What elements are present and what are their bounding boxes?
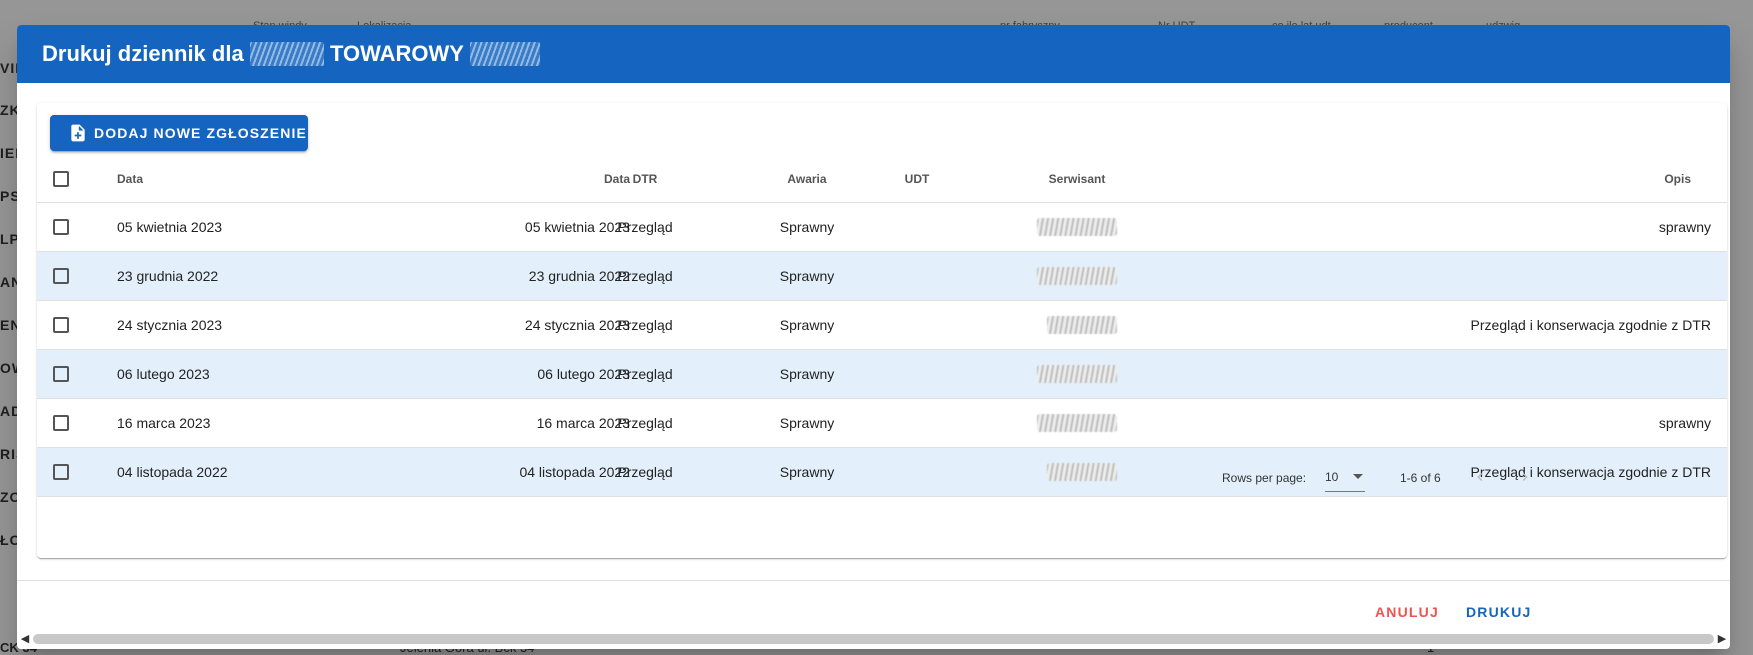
cell-awaria: Sprawny	[779, 268, 835, 284]
rows-per-page-value: 10	[1325, 470, 1339, 484]
entries-card: DODAJ NOWE ZGŁOSZENIE Data Data DTR Awar…	[37, 103, 1727, 558]
cell-udt	[877, 252, 957, 300]
add-new-entry-label: DODAJ NOWE ZGŁOSZENIE	[94, 125, 307, 141]
table-row[interactable]: 24 stycznia 2023 24 stycznia 2023 Przegl…	[37, 301, 1727, 350]
entries-table: Data Data DTR Awaria UDT Serwisant Opis …	[37, 155, 1727, 497]
cell-dtr: Przegląd	[617, 219, 673, 235]
chevron-right-icon	[1522, 473, 1528, 481]
cell-awaria: Sprawny	[779, 219, 835, 235]
note-add-icon	[71, 124, 85, 142]
cell-opis: Przegląd i konserwacja zgodnie z DTR	[1470, 317, 1711, 333]
dialog-content: DODAJ NOWE ZGŁOSZENIE Data Data DTR Awar…	[17, 83, 1730, 581]
cell-dtr: Przegląd	[617, 268, 673, 284]
cell-awaria: Sprawny	[779, 366, 835, 382]
horizontal-scrollbar[interactable]: ◀ ▶	[17, 629, 1730, 649]
cell-awaria: Sprawny	[779, 317, 835, 333]
redacted-serwisant	[1037, 267, 1117, 285]
header-udt[interactable]: UDT	[877, 155, 957, 202]
cell-dtr: Przegląd	[617, 317, 673, 333]
scroll-left-icon[interactable]: ◀	[19, 633, 31, 645]
cell-awaria: Sprawny	[779, 415, 835, 431]
table-row[interactable]: 05 kwietnia 2023 05 kwietnia 2023 Przegl…	[37, 203, 1727, 252]
row-checkbox[interactable]	[53, 366, 69, 382]
next-page-button[interactable]	[1511, 463, 1539, 491]
redacted-serwisant	[1047, 316, 1117, 334]
cell-date-1: 23 grudnia 2022	[117, 268, 219, 284]
select-all-checkbox[interactable]	[53, 170, 69, 187]
scroll-right-icon[interactable]: ▶	[1716, 633, 1728, 645]
dialog-title-middle: TOWAROWY	[329, 41, 464, 66]
table-row[interactable]: 06 lutego 2023 06 lutego 2023 Przegląd S…	[37, 350, 1727, 399]
redacted-text	[470, 42, 541, 66]
print-log-dialog: Drukuj dziennik dla TOWAROWY DODAJ NOWE …	[17, 25, 1730, 649]
cell-date-1: 16 marca 2023	[117, 415, 211, 431]
rows-per-page-label: Rows per page:	[1222, 471, 1307, 485]
cell-udt	[877, 350, 957, 398]
redacted-serwisant	[1037, 414, 1117, 432]
add-new-entry-button[interactable]: DODAJ NOWE ZGŁOSZENIE	[50, 115, 308, 151]
table-row[interactable]: 16 marca 2023 16 marca 2023 Przegląd Spr…	[37, 399, 1727, 448]
cell-udt	[877, 399, 957, 447]
redacted-serwisant	[1037, 218, 1117, 236]
cell-dtr: Przegląd	[617, 415, 673, 431]
dialog-title: Drukuj dziennik dla TOWAROWY	[17, 25, 1730, 83]
chevron-left-icon	[1477, 473, 1483, 481]
cell-date-1: 24 stycznia 2023	[117, 317, 223, 333]
rows-per-page-select[interactable]: 10	[1325, 463, 1365, 492]
cell-opis: sprawny	[1658, 219, 1711, 235]
header-dtr[interactable]: DTR	[605, 155, 685, 202]
table-row[interactable]: 23 grudnia 2022 23 grudnia 2022 Przegląd…	[37, 252, 1727, 301]
redacted-text	[249, 42, 324, 66]
table-header: Data Data DTR Awaria UDT Serwisant Opis	[37, 155, 1727, 203]
cell-dtr: Przegląd	[617, 366, 673, 382]
table-pagination: Rows per page: 10 1-6 of 6	[37, 447, 1727, 507]
prev-page-button[interactable]	[1466, 463, 1494, 491]
print-button[interactable]: DRUKUJ	[1458, 594, 1540, 630]
header-opis[interactable]: Opis	[1664, 155, 1691, 202]
header-awaria[interactable]: Awaria	[757, 155, 857, 202]
cell-udt	[877, 203, 957, 251]
header-serwisant[interactable]: Serwisant	[1007, 155, 1147, 202]
cancel-button[interactable]: ANULUJ	[1367, 594, 1447, 630]
row-checkbox[interactable]	[53, 415, 69, 431]
row-checkbox[interactable]	[53, 219, 69, 235]
scrollbar-thumb[interactable]	[33, 634, 1714, 644]
cell-date-1: 05 kwietnia 2023	[117, 219, 223, 235]
redacted-serwisant	[1037, 365, 1117, 383]
header-date-1[interactable]: Data	[117, 155, 143, 202]
cell-date-1: 06 lutego 2023	[117, 366, 210, 382]
row-checkbox[interactable]	[53, 268, 69, 284]
page-range: 1-6 of 6	[1400, 471, 1441, 485]
arrow-drop-down-icon	[1353, 474, 1363, 479]
row-checkbox[interactable]	[53, 317, 69, 333]
dialog-title-prefix: Drukuj dziennik dla	[42, 41, 244, 66]
cell-opis: sprawny	[1658, 415, 1711, 431]
cell-udt	[877, 301, 957, 349]
